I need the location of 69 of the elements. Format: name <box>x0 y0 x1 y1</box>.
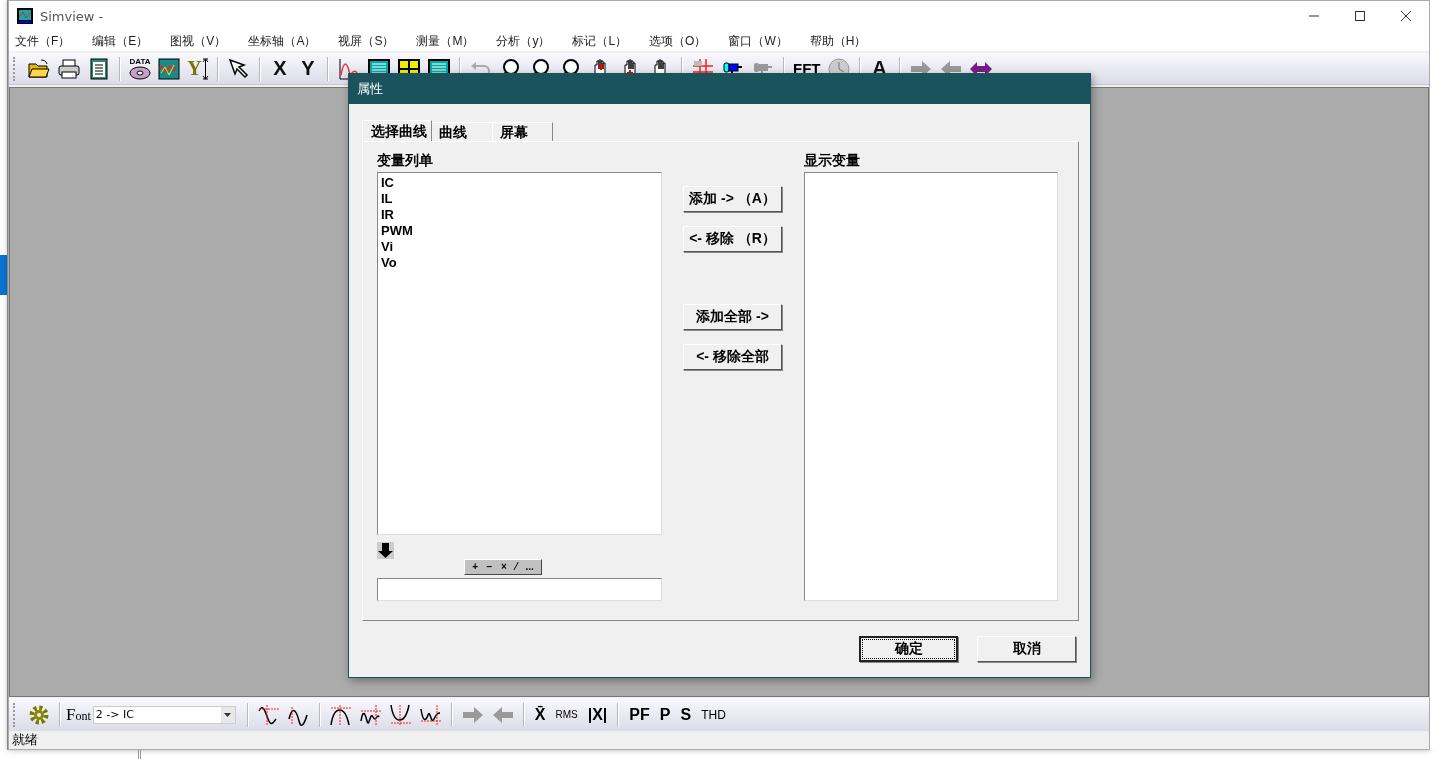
printer-icon[interactable] <box>57 56 81 81</box>
font-label: Font <box>66 704 91 725</box>
list-item[interactable]: Vo <box>381 255 397 271</box>
tab[interactable]: 屏幕 <box>492 122 553 141</box>
wave-valley-icon[interactable] <box>418 702 443 727</box>
transfer-button[interactable]: 添加 -> （A） <box>683 186 782 212</box>
menu-item[interactable]: 图视（V） <box>170 32 235 50</box>
menu-item[interactable]: 编辑（E） <box>92 32 157 50</box>
dialog-title: 属性 <box>357 80 383 98</box>
operator-button[interactable]: ... <box>525 561 534 573</box>
selection-highlight <box>0 255 7 295</box>
menu-item[interactable]: 坐标轴（A） <box>248 32 325 50</box>
list-item[interactable]: IL <box>381 191 393 207</box>
transfer-button[interactable]: <- 移除全部 <box>683 344 782 370</box>
operator-button[interactable]: ⁄ <box>515 561 517 573</box>
y-cursor-button[interactable]: Y <box>185 55 211 82</box>
menu-item[interactable]: 测量（M） <box>416 32 483 50</box>
oscilloscope-icon[interactable] <box>157 56 181 81</box>
measure-button[interactable]: THD <box>696 701 731 728</box>
list-label: 显示变量 <box>804 152 861 170</box>
down-arrow-icon[interactable] <box>377 542 394 559</box>
pointer-icon[interactable] <box>227 56 251 81</box>
measure-button[interactable]: X̄ <box>529 701 551 728</box>
menu-item[interactable]: 窗口（W） <box>728 32 796 50</box>
menu-item[interactable]: 分析（y） <box>496 32 559 50</box>
trace-dropdown[interactable]: 2 -> IC <box>92 705 236 724</box>
maximize-icon[interactable] <box>1354 10 1366 22</box>
menu-item[interactable]: 帮助（H） <box>809 32 875 50</box>
clipboard-icon[interactable] <box>87 56 111 81</box>
operator-button[interactable]: + <box>472 561 479 573</box>
window-title: Simview - <box>40 8 105 24</box>
transfer-button[interactable]: 添加全部 -> <box>683 304 782 330</box>
toolbar-button[interactable]: Y <box>295 55 321 82</box>
i-beam-icon <box>201 57 209 80</box>
close-icon[interactable] <box>1400 10 1412 22</box>
list-item[interactable]: PWM <box>381 223 413 239</box>
ok-button[interactable]: 确定 <box>859 636 958 662</box>
menu-item[interactable]: 视屏（S） <box>338 32 403 50</box>
operator-button[interactable]: × <box>500 561 507 573</box>
app-icon <box>16 7 34 25</box>
operator-button[interactable]: − <box>486 561 493 573</box>
measure-button[interactable]: P <box>654 701 676 728</box>
dropdown-arrow-icon <box>224 712 232 717</box>
transfer-button[interactable]: <- 移除 （R） <box>683 226 782 252</box>
formula-field[interactable] <box>377 578 662 601</box>
data-button[interactable]: DATA <box>127 55 153 82</box>
cancel-button[interactable]: 取消 <box>977 636 1076 662</box>
measure-button[interactable]: PF <box>624 701 655 728</box>
tab[interactable]: 曲线 <box>431 122 493 141</box>
disc-icon <box>129 65 151 80</box>
measure-button[interactable]: RMS <box>550 701 583 728</box>
tab[interactable]: 选择曲线 <box>362 120 432 141</box>
list-label: 变量列单 <box>377 152 434 170</box>
status-text: 就绪 <box>12 731 38 749</box>
folder-icon[interactable] <box>27 56 51 81</box>
menu-item[interactable]: 文件（F） <box>15 32 79 50</box>
menu-item[interactable]: 选项（O） <box>649 32 715 50</box>
measure-button[interactable]: |X| <box>582 701 613 728</box>
measure-button[interactable]: S <box>675 701 697 728</box>
wave-peak-icon[interactable] <box>328 702 353 727</box>
wave-peak-icon[interactable] <box>358 702 383 727</box>
variable-list[interactable]: IC IL IR PWM Vi Vo <box>377 172 662 535</box>
list-item[interactable]: IC <box>381 175 394 191</box>
menu-item[interactable]: 标记（L） <box>572 32 636 50</box>
wave-valley-icon[interactable] <box>388 702 413 727</box>
list-item[interactable]: IR <box>381 207 394 223</box>
list-item[interactable]: Vi <box>381 239 394 255</box>
wave-cursor-icon[interactable] <box>256 702 281 727</box>
toolbar-button[interactable]: X <box>267 55 293 82</box>
